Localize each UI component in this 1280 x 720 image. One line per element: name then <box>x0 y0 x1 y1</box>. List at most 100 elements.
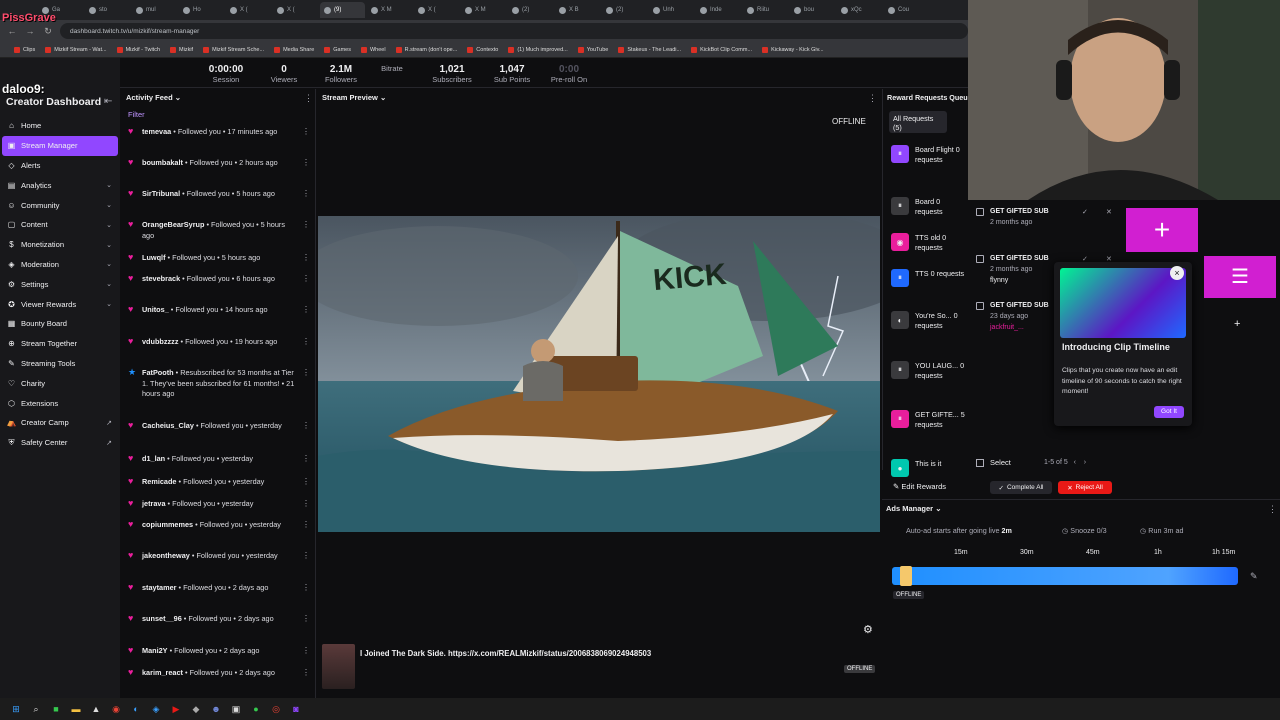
sidebar-item-extensions[interactable]: ⬡ Extensions <box>2 393 118 413</box>
app-icon[interactable]: ■ <box>50 703 62 715</box>
sidebar-item-creator-camp[interactable]: ⛺ Creator Camp ↗ <box>2 413 118 433</box>
more-options-icon[interactable]: ⋮ <box>302 668 310 679</box>
sidebar-item-home[interactable]: ⌂ Home <box>2 116 118 136</box>
activity-filter-button[interactable]: Filter <box>128 110 145 119</box>
more-options-icon[interactable]: ⋮ <box>1268 504 1277 515</box>
activity-event[interactable]: ♥ OrangeBearSyrup • Followed you • 5 hour… <box>128 220 310 241</box>
reward-item[interactable]: ◐ You're So... 0 requests <box>891 311 967 331</box>
reward-item[interactable]: ⏸ YOU LAUG... 0 requests <box>891 361 967 381</box>
pencil-icon[interactable]: ✎ <box>1250 571 1258 582</box>
activity-event[interactable]: ♥ temevaa • Followed you • 17 minutes ago… <box>128 127 310 138</box>
activity-user-name[interactable]: staytamer <box>142 583 176 592</box>
bookmark-item[interactable]: KickBot Clip Comm... <box>691 46 752 53</box>
reward-item[interactable]: ⏸ Board 0 requests <box>891 197 967 217</box>
ads-manager-title[interactable]: Ads Manager ⌄ <box>886 504 942 513</box>
sidebar-item-streaming-tools[interactable]: ✎ Streaming Tools <box>2 354 118 374</box>
bookmark-item[interactable]: Stakeus - The Leadi... <box>618 46 681 53</box>
discord-icon[interactable]: ☻ <box>210 703 222 715</box>
activity-user-name[interactable]: OrangeBearSyrup <box>142 220 204 229</box>
more-options-icon[interactable]: ⋮ <box>868 93 877 104</box>
edit-rewards-link[interactable]: ✎ Edit Rewards <box>893 482 946 491</box>
layout-tile[interactable]: ☰ <box>1204 256 1276 298</box>
activity-user-name[interactable]: d1_lan <box>142 454 165 463</box>
add-user-tile[interactable]: + <box>1126 208 1198 252</box>
activity-event[interactable]: ♥ karim_react • Followed you • 2 days ago… <box>128 668 310 679</box>
back-icon[interactable]: ← <box>6 26 18 36</box>
activity-user-name[interactable]: temevaa <box>142 127 171 136</box>
activity-event[interactable]: ♥ staytamer • Followed you • 2 days ago ⋮ <box>128 583 310 594</box>
bookmark-item[interactable]: Mizkif - Twitch <box>116 46 160 53</box>
sidebar-item-alerts[interactable]: ◇ Alerts <box>2 156 118 176</box>
activity-user-name[interactable]: stevebrack <box>142 274 180 283</box>
sidebar-item-content[interactable]: ▢ Content ⌄ <box>2 215 118 235</box>
activity-event[interactable]: ♥ Remicade • Followed you • yesterday ⋮ <box>128 477 310 488</box>
prev-page-icon[interactable]: ‹ <box>1074 459 1076 466</box>
app-icon[interactable]: ▣ <box>230 703 242 715</box>
activity-user-name[interactable]: SirTribunal <box>142 189 180 198</box>
stream-preview-title[interactable]: Stream Preview ⌄ <box>322 93 386 102</box>
activity-feed-title[interactable]: Activity Feed ⌄ <box>126 93 181 102</box>
gear-icon[interactable]: ⚙ <box>863 623 873 636</box>
bookmark-item[interactable]: Mizkif Stream - Wat... <box>45 46 107 53</box>
reload-icon[interactable]: ↻ <box>42 26 54 37</box>
forward-icon[interactable]: → <box>24 26 36 36</box>
ads-timeline-marker[interactable] <box>900 566 912 586</box>
browser-tab[interactable]: sto <box>85 2 130 18</box>
windows-start-icon[interactable]: ⊞ <box>10 703 22 715</box>
browser-tab[interactable]: X M <box>461 2 506 18</box>
activity-user-name[interactable]: Unitos_ <box>142 305 169 314</box>
app-icon[interactable]: ▲ <box>90 703 102 715</box>
browser-tab[interactable]: X ( <box>273 2 318 18</box>
sidebar-item-stream-manager[interactable]: ▣ Stream Manager <box>2 135 118 156</box>
folder-icon[interactable]: ▬ <box>70 703 82 715</box>
next-page-icon[interactable]: › <box>1084 459 1086 466</box>
activity-user-name[interactable]: Cacheius_Clay <box>142 421 194 430</box>
bookmark-item[interactable]: Wheel <box>360 46 386 53</box>
browser-tab[interactable]: (9) <box>320 2 365 18</box>
check-icon[interactable]: ✓ <box>1082 208 1088 216</box>
all-requests-filter[interactable]: All Requests (5) <box>889 111 947 133</box>
more-options-icon[interactable]: ⋮ <box>302 499 310 510</box>
activity-user-name[interactable]: karim_react <box>142 668 183 677</box>
app-icon[interactable]: ◈ <box>150 703 162 715</box>
activity-event[interactable]: ♥ stevebrack • Followed you • 6 hours ago… <box>128 274 310 285</box>
browser-tab[interactable]: (2) <box>508 2 553 18</box>
browser-tab[interactable]: X M <box>367 2 412 18</box>
browser-tab[interactable]: mul <box>132 2 177 18</box>
sidebar-item-viewer-rewards[interactable]: ✪ Viewer Rewards ⌄ <box>2 294 118 314</box>
run-ad-button[interactable]: ◷ Run 3m ad <box>1140 526 1183 535</box>
browser-tab[interactable]: Riitu <box>743 2 788 18</box>
activity-user-name[interactable]: copiummemes <box>142 520 193 529</box>
close-icon[interactable]: ✕ <box>1106 208 1112 216</box>
activity-user-name[interactable]: FatPooth <box>142 368 174 377</box>
activity-event[interactable]: ♥ Cacheius_Clay • Followed you • yesterda… <box>128 421 310 432</box>
activity-event[interactable]: ♥ copiummemes • Followed you • yesterday ⋮ <box>128 520 310 531</box>
browser-tab[interactable]: Cou <box>884 2 929 18</box>
edge-icon[interactable]: ◐ <box>130 703 142 715</box>
browser-tab[interactable]: (2) <box>602 2 647 18</box>
reward-item[interactable]: ◉ TTS old 0 requests <box>891 233 967 253</box>
app-icon[interactable]: ▶ <box>170 703 182 715</box>
more-options-icon[interactable]: ⋮ <box>304 93 313 104</box>
sidebar-item-community[interactable]: ☺ Community ⌄ <box>2 195 118 215</box>
bookmark-item[interactable]: Kickaway - Kick Giv... <box>762 46 824 53</box>
activity-event[interactable]: ♥ Mani2Y • Followed you • 2 days ago ⋮ <box>128 646 310 657</box>
activity-event[interactable]: ♥ jetrava • Followed you • yesterday ⋮ <box>128 499 310 510</box>
sidebar-item-safety-center[interactable]: ⛨ Safety Center ↗ <box>2 433 118 453</box>
bookmark-item[interactable]: (1) Much improved... <box>508 46 568 53</box>
browser-tab[interactable]: X ( <box>414 2 459 18</box>
activity-event[interactable]: ♥ Unitos_ • Followed you • 14 hours ago ⋮ <box>128 305 310 316</box>
more-options-icon[interactable]: ⋮ <box>302 337 310 348</box>
chrome-icon[interactable]: ◉ <box>110 703 122 715</box>
gifted-request-user[interactable]: flynny <box>990 277 1008 284</box>
collapse-arrow-icon[interactable]: ⇤ <box>104 96 112 107</box>
browser-tab[interactable]: xQc <box>837 2 882 18</box>
snooze-button[interactable]: ◷ Snooze 0/3 <box>1062 526 1107 535</box>
activity-event[interactable]: ♥ d1_lan • Followed you • yesterday ⋮ <box>128 454 310 465</box>
activity-event[interactable]: ♥ sunset__96 • Followed you • 2 days ago ⋮ <box>128 614 310 625</box>
more-options-icon[interactable]: ⋮ <box>302 454 310 465</box>
gifted-request-user[interactable]: jackfruit_... <box>990 324 1024 331</box>
add-icon[interactable]: + <box>1234 318 1240 330</box>
activity-user-name[interactable]: Luwqlf <box>142 253 166 262</box>
activity-event[interactable]: ♥ jakeontheway • Followed you • yesterday… <box>128 551 310 562</box>
